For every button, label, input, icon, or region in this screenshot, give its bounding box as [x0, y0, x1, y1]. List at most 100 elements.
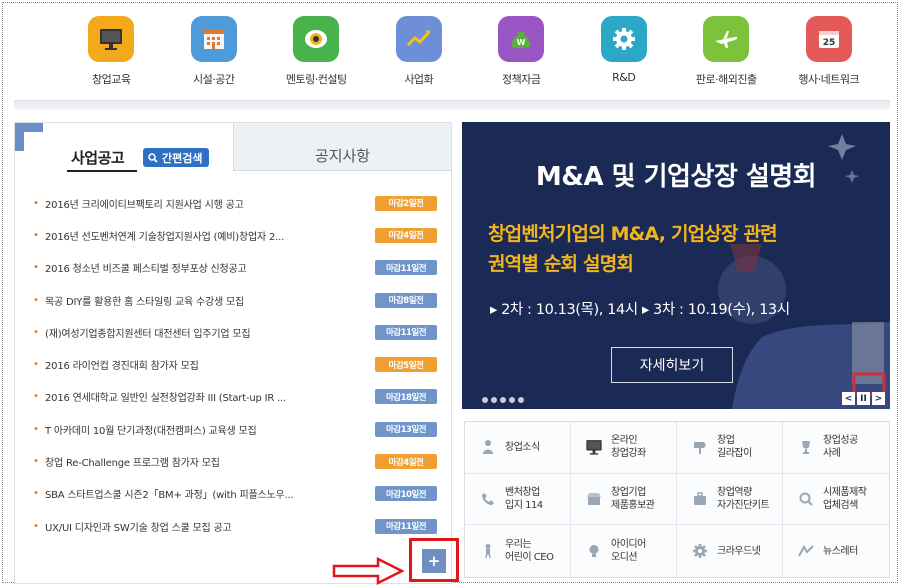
notice-title[interactable]: 2016 라이언컵 경진대회 참가자 모집	[45, 357, 363, 372]
pagination-dot[interactable]	[509, 397, 515, 403]
notice-title[interactable]: SBA 스타트업스쿨 시즌2「BM+ 과정」(with 피플스노우...	[45, 486, 363, 501]
notice-row[interactable]: • 2016 연세대학교 일반인 실전창업강좌 III (Start-up IR …	[33, 381, 437, 413]
tab-business-notice[interactable]: 사업공고 간편검색	[55, 143, 247, 172]
notice-title[interactable]: (재)여성기업종합지원센터 대전센터 입주기업 모집	[45, 325, 363, 340]
signpost-icon	[691, 438, 709, 456]
category-item[interactable]: R&D	[573, 10, 676, 92]
quick-menu-label: 아이디어 오디션	[611, 539, 646, 564]
quick-menu-item[interactable]: 온라인 창업강좌	[571, 422, 677, 474]
banner-pause-button[interactable]: II	[857, 392, 870, 405]
quick-menu-item[interactable]: 창업성공 사례	[783, 422, 889, 474]
notice-row[interactable]: • 2016년 선도벤처연계 기술창업지원사업 (예비)창업자 2... 마감4일전	[33, 219, 437, 251]
notice-title[interactable]: 2016년 선도벤처연계 기술창업지원사업 (예비)창업자 2...	[45, 228, 363, 243]
quick-search-button[interactable]: 간편검색	[143, 148, 210, 167]
notice-title[interactable]: 목공 DIY를 활용한 홈 스타일링 교육 수강생 모집	[45, 293, 363, 308]
notice-title[interactable]: 2016 연세대학교 일반인 실전창업강좌 III (Start-up IR .…	[45, 389, 363, 404]
notice-row[interactable]: • T 아카데미 10월 단기과정(대전캠퍼스) 교육생 모집 마감13일전	[33, 413, 437, 445]
svg-text:W: W	[517, 38, 526, 47]
quick-menu-item[interactable]: 창업역량 자가진단키트	[677, 473, 783, 526]
quick-menu-item[interactable]: 창업소식	[465, 422, 571, 474]
deadline-badge: 마감11일전	[375, 260, 437, 276]
banner-controls: < II >	[842, 392, 885, 405]
bullet-icon: •	[33, 423, 39, 435]
quick-menu-item[interactable]: 우리는 어린이 CEO	[465, 525, 571, 577]
notice-row[interactable]: • 2016 라이언컵 경진대회 참가자 모집 마감5일전	[33, 348, 437, 380]
banner-title: M&A 및 기업상장 설명회	[535, 162, 817, 192]
banner-prev-button[interactable]: <	[842, 392, 855, 405]
pagination-dot[interactable]	[482, 397, 488, 403]
building-icon	[190, 16, 237, 62]
search-icon	[797, 490, 815, 508]
quick-menu-label: 시제품제작 업체검색	[823, 486, 867, 511]
bullet-icon: •	[33, 488, 39, 500]
category-bar: 창업교육 시설·공간 멘토링·컨설팅 사업화 W 정책자금 R&D 판로·해외진출 25 행사·네…	[60, 10, 880, 92]
search-icon	[148, 152, 158, 163]
notice-list: • 2016년 크리에이티브팩토리 지원사업 시행 공고 마감2일전 • 2016년 선…	[33, 187, 437, 542]
category-item[interactable]: 사업화	[368, 10, 471, 92]
tab-notices[interactable]: 공지사항	[233, 123, 451, 171]
quick-menu-item[interactable]: 뉴스레터	[783, 525, 889, 577]
bullet-icon: •	[33, 229, 39, 241]
quick-menu-item[interactable]: 창업기업 제품홍보관	[571, 473, 677, 526]
growth-chart-icon	[395, 16, 442, 62]
notice-title[interactable]: 2016 청소년 비즈쿨 페스티벌 정부포상 신청공고	[45, 260, 363, 275]
quick-menu-label: 크라우드넷	[717, 545, 761, 557]
category-item[interactable]: 시설·공간	[163, 10, 266, 92]
deadline-badge: 마감5일전	[375, 357, 437, 373]
quick-menu-label: 창업기업 제품홍보관	[611, 486, 655, 511]
banner-more-button[interactable]: 자세히보기	[611, 347, 733, 383]
notice-title[interactable]: 2016년 크리에이티브팩토리 지원사업 시행 공고	[45, 196, 363, 211]
quick-menu-item[interactable]: 아이디어 오디션	[571, 525, 677, 577]
deadline-badge: 마감13일전	[375, 421, 437, 437]
notice-title[interactable]: 창업 Re-Challenge 프로그램 참가자 모집	[45, 454, 363, 469]
category-item[interactable]: 멘토링·컨설팅	[265, 10, 368, 92]
category-label: 멘토링·컨설팅	[285, 73, 347, 86]
category-item[interactable]: W 정책자금	[470, 10, 573, 92]
notice-row[interactable]: • 창업 Re-Challenge 프로그램 참가자 모집 마감4일전	[33, 445, 437, 477]
category-item[interactable]: 25 행사·네트워크	[778, 10, 881, 92]
quick-menu-item[interactable]: 크라우드넷	[677, 525, 783, 577]
tab-business-notice-label: 사업공고	[71, 149, 125, 167]
bullet-icon: •	[33, 391, 39, 403]
notice-title[interactable]: UX/UI 디자인과 SW기술 창업 스쿨 모집 공고	[45, 519, 363, 534]
quick-menu-label: 창업소식	[505, 441, 540, 453]
notice-row[interactable]: • SBA 스타트업스쿨 시즌2「BM+ 과정」(with 피플스노우... 마감1…	[33, 478, 437, 510]
quick-menu-item[interactable]: 시제품제작 업체검색	[783, 473, 889, 526]
category-item[interactable]: 창업교육	[60, 10, 163, 92]
divider-strip	[14, 100, 890, 110]
kit-icon	[691, 490, 709, 508]
child-icon	[479, 542, 497, 560]
banner-subtitle: 창업벤처기업의 M&A, 기업상장 관련 권역별 순회 설명회	[488, 219, 778, 279]
banner-next-button[interactable]: >	[872, 392, 885, 405]
red-arrow-annotation	[332, 557, 404, 585]
category-label: 행사·네트워크	[798, 73, 860, 86]
pagination-dot[interactable]	[500, 397, 506, 403]
notice-row[interactable]: • 목공 DIY를 활용한 홈 스타일링 교육 수강생 모집 마감8일전	[33, 284, 437, 316]
notice-row[interactable]: • (재)여성기업종합지원센터 대전센터 입주기업 모집 마감11일전	[33, 316, 437, 348]
deadline-badge: 마감8일전	[375, 292, 437, 308]
notice-panel: 사업공고 간편검색 공지사항 • 2016년 크리에이티브팩토리 지원사업 시행 …	[14, 122, 452, 584]
phone-icon	[479, 490, 497, 508]
bullet-icon: •	[33, 294, 39, 306]
notice-title[interactable]: T 아카데미 10월 단기과정(대전캠퍼스) 교육생 모집	[45, 422, 363, 437]
quick-menu-item[interactable]: 창업 길라잡이	[677, 422, 783, 474]
bullet-icon: •	[33, 359, 39, 371]
pagination-dot[interactable]	[491, 397, 497, 403]
banner-pagination	[482, 397, 524, 403]
more-notices-button[interactable]: +	[422, 549, 446, 573]
notice-row[interactable]: • 2016년 크리에이티브팩토리 지원사업 시행 공고 마감2일전	[33, 187, 437, 219]
calendar-icon: 25	[805, 16, 852, 62]
deadline-badge: 마감11일전	[375, 324, 437, 340]
bullet-icon: •	[33, 326, 39, 338]
pagination-dot[interactable]	[518, 397, 524, 403]
calendar-icon-number: 25	[822, 38, 835, 48]
quick-menu-grid: 창업소식 온라인 창업강좌 창업 길라잡이 창업성공 사례벤처창업 입지 114 창업기…	[464, 421, 890, 578]
notice-row[interactable]: • 2016 청소년 비즈쿨 페스티벌 정부포상 신청공고 마감11일전	[33, 252, 437, 284]
quick-menu-item[interactable]: 벤처창업 입지 114	[465, 473, 571, 526]
eye-icon	[293, 16, 340, 62]
event-banner[interactable]: M&A 및 기업상장 설명회 창업벤처기업의 M&A, 기업상장 관련 권역별 …	[462, 122, 890, 409]
bullet-icon: •	[33, 197, 39, 209]
notice-row[interactable]: • UX/UI 디자인과 SW기술 창업 스쿨 모집 공고 마감11일전	[33, 510, 437, 542]
category-item[interactable]: 판로·해외진출	[675, 10, 778, 92]
category-label: 창업교육	[92, 73, 131, 86]
